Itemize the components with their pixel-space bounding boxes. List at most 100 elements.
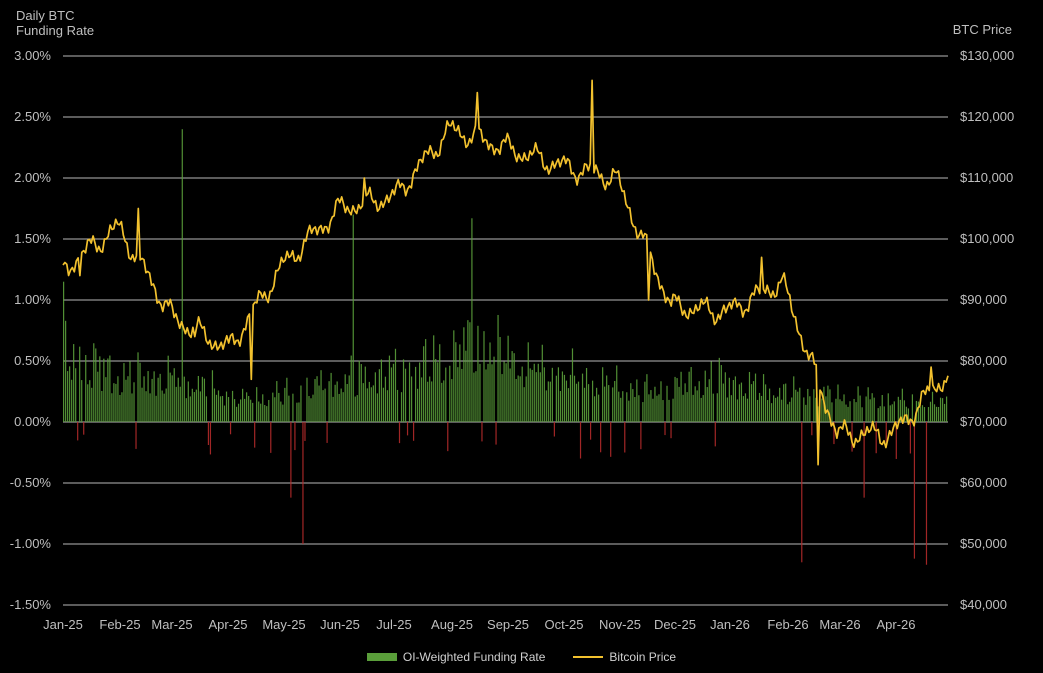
- funding-bar: [414, 366, 417, 422]
- funding-bar: [654, 386, 656, 422]
- right-tick-label: $40,000: [960, 597, 1007, 612]
- x-tick-label: Apr-26: [876, 617, 915, 632]
- funding-bar: [779, 387, 781, 422]
- funding-bar: [107, 358, 109, 422]
- funding-bar: [103, 358, 105, 422]
- right-tick-label: $110,000: [960, 170, 1013, 185]
- funding-bar: [787, 404, 789, 422]
- funding-bar: [738, 384, 741, 422]
- funding-bar: [250, 399, 252, 422]
- funding-bar: [865, 396, 867, 422]
- funding-bar: [376, 393, 378, 422]
- funding-bar: [732, 380, 734, 422]
- funding-bar: [545, 390, 547, 422]
- funding-bar: [262, 394, 264, 422]
- funding-bar: [676, 378, 678, 422]
- funding-bar: [843, 394, 845, 422]
- funding-bar: [897, 396, 899, 422]
- funding-bar: [189, 396, 191, 422]
- funding-bar: [171, 375, 173, 422]
- funding-bar: [137, 352, 139, 422]
- funding-bar: [696, 390, 698, 422]
- funding-bar: [392, 363, 395, 422]
- funding-bar: [65, 320, 67, 422]
- funding-bar: [483, 331, 485, 422]
- funding-bar: [893, 401, 895, 422]
- funding-bar: [147, 371, 149, 422]
- funding-bar: [871, 393, 873, 422]
- funding-bar: [515, 379, 517, 422]
- funding-bar: [356, 395, 358, 422]
- funding-bar: [280, 401, 282, 422]
- funding-bar: [463, 327, 465, 422]
- funding-bar: [879, 406, 881, 422]
- funding-bar: [700, 397, 702, 422]
- funding-bar: [372, 385, 374, 422]
- funding-bar: [756, 399, 759, 422]
- funding-bar: [412, 422, 415, 441]
- funding-bar: [479, 363, 481, 422]
- funding-bar: [795, 389, 797, 422]
- funding-bar: [596, 387, 598, 422]
- funding-bar: [246, 392, 248, 422]
- funding-bar: [744, 393, 747, 422]
- funding-bar: [933, 404, 936, 422]
- funding-bar: [457, 367, 459, 422]
- funding-bar: [398, 422, 401, 444]
- funding-bar: [240, 399, 242, 422]
- funding-bar: [543, 367, 545, 422]
- funding-bar: [163, 393, 165, 422]
- funding-bar: [266, 406, 268, 422]
- funding-bar: [785, 383, 787, 422]
- funding-bar: [875, 422, 877, 454]
- funding-bar: [135, 422, 137, 449]
- funding-bar: [223, 405, 226, 422]
- funding-bar: [678, 386, 680, 422]
- funding-bar: [662, 400, 664, 422]
- funding-bar: [302, 422, 304, 544]
- funding-bar: [101, 390, 103, 422]
- funding-bar: [260, 403, 262, 422]
- funding-bar: [292, 393, 294, 422]
- funding-bar: [638, 395, 640, 422]
- funding-bar: [435, 359, 437, 422]
- funding-bar: [859, 395, 861, 422]
- funding-bar: [821, 398, 823, 422]
- funding-bar: [567, 388, 570, 422]
- x-tick-label: Jan-25: [43, 617, 83, 632]
- funding-bar: [215, 394, 218, 422]
- funding-bar: [612, 387, 614, 422]
- funding-bar: [113, 383, 115, 422]
- funding-bar: [129, 361, 131, 422]
- funding-bar: [666, 385, 668, 422]
- funding-bar: [123, 363, 125, 422]
- funding-bar: [308, 396, 310, 422]
- funding-bar: [282, 404, 284, 422]
- funding-bar: [109, 355, 111, 422]
- funding-bar: [378, 369, 380, 422]
- funding-bar: [141, 387, 143, 422]
- funding-bar: [694, 386, 696, 422]
- funding-bar: [604, 386, 606, 422]
- funding-bar: [945, 396, 948, 422]
- funding-bar: [525, 376, 527, 422]
- legend-swatch-funding: [366, 653, 397, 661]
- funding-rate-price-chart: 3.00% 2.50% 2.00% 1.50% 1.00% 0.50% 0.00% -0.50…: [10, 48, 1014, 632]
- funding-bar: [362, 383, 364, 422]
- funding-bar: [111, 393, 113, 422]
- funding-bar: [684, 383, 686, 422]
- funding-bar: [704, 370, 706, 422]
- funding-bar: [634, 397, 636, 422]
- funding-bar: [439, 344, 441, 422]
- funding-bar: [336, 381, 338, 422]
- funding-bar: [467, 320, 469, 422]
- funding-bar: [861, 407, 863, 422]
- funding-bar: [652, 398, 654, 422]
- funding-bar: [889, 405, 891, 422]
- funding-bar: [423, 346, 425, 422]
- funding-bar: [841, 401, 843, 422]
- funding-bar: [77, 422, 79, 441]
- funding-bar: [425, 339, 427, 422]
- funding-bar: [93, 343, 95, 422]
- funding-bar: [487, 363, 489, 422]
